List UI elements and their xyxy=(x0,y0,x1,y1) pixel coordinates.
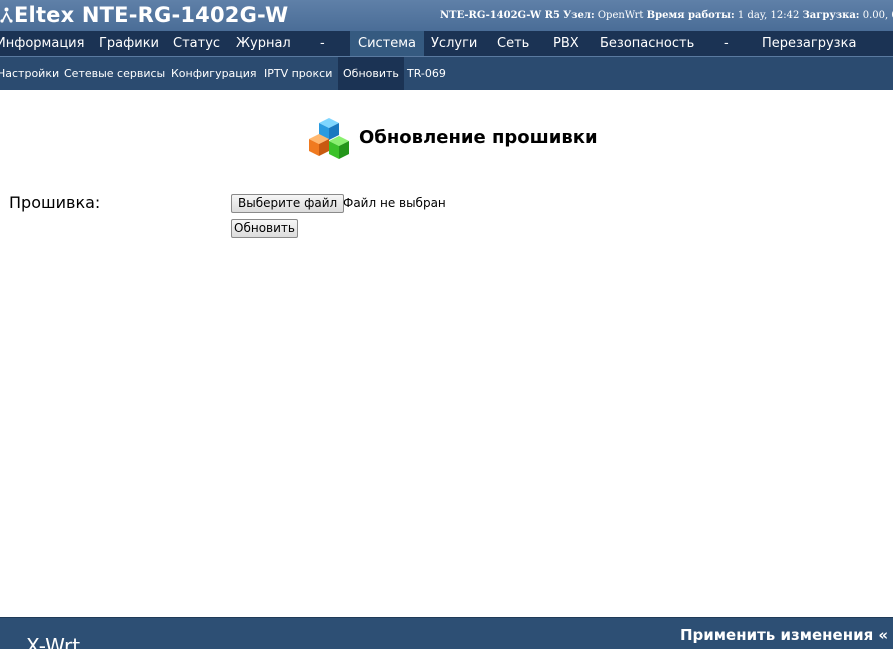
device-model: NTE-RG-1402G-W R5 xyxy=(440,10,560,21)
file-status: Файл не выбран xyxy=(343,196,446,210)
header-bar: Eltex NTE-RG-1402G-W NTE-RG-1402G-W R5 У… xyxy=(0,0,893,31)
subnav-update[interactable]: Обновить xyxy=(338,57,404,90)
brand: Eltex NTE-RG-1402G-W xyxy=(0,3,288,28)
main-nav: Информация Графики Статус Журнал - Систе… xyxy=(0,31,893,56)
nav-separator: - xyxy=(320,36,325,51)
subnav-settings[interactable]: Настройки xyxy=(0,57,59,90)
cubes-icon xyxy=(308,116,350,166)
nav-reboot[interactable]: Перезагрузка xyxy=(762,31,856,56)
nav-graphs[interactable]: Графики xyxy=(99,31,159,56)
nav-separator-2: - xyxy=(724,36,729,51)
host-label: Узел: xyxy=(563,10,595,21)
nav-log[interactable]: Журнал xyxy=(236,31,291,56)
eltex-logo-icon xyxy=(0,4,13,28)
system-status: NTE-RG-1402G-W R5 Узел: OpenWrt Время ра… xyxy=(440,10,893,21)
uptime-value: 1 day, 12:42 xyxy=(737,10,800,21)
choose-file-button[interactable]: Выберите файл xyxy=(231,194,345,213)
nav-info[interactable]: Информация xyxy=(0,31,84,56)
uptime-label: Время работы: xyxy=(646,10,735,21)
footer-brand: X-Wrt xyxy=(26,634,81,649)
nav-security[interactable]: Безопасность xyxy=(600,31,694,56)
nav-network[interactable]: Сеть xyxy=(497,31,529,56)
apply-changes-link[interactable]: Применить изменения « xyxy=(680,626,888,644)
firmware-label: Прошивка: xyxy=(9,193,101,212)
load-label: Загрузка: xyxy=(802,10,860,21)
nav-status[interactable]: Статус xyxy=(173,31,220,56)
subnav-network-services[interactable]: Сетевые сервисы xyxy=(64,57,165,90)
subnav-tr069[interactable]: TR-069 xyxy=(407,57,446,90)
sub-nav: Настройки Сетевые сервисы Конфигурация I… xyxy=(0,56,893,90)
app-title: Eltex NTE-RG-1402G-W xyxy=(14,3,289,27)
update-button[interactable]: Обновить xyxy=(231,219,298,238)
host-value: OpenWrt xyxy=(597,10,644,21)
subnav-iptv-proxy[interactable]: IPTV прокси xyxy=(264,57,332,90)
nav-system[interactable]: Система xyxy=(350,31,425,56)
load-value: 0.00, 0.00, 0. xyxy=(862,10,893,21)
nav-services[interactable]: Услуги xyxy=(431,31,477,56)
nav-pbx[interactable]: PBX xyxy=(553,31,579,56)
footer-bar: X-Wrt Применить изменения « xyxy=(0,617,893,649)
page-title: Обновление прошивки xyxy=(359,127,598,148)
subnav-configuration[interactable]: Конфигурация xyxy=(171,57,257,90)
